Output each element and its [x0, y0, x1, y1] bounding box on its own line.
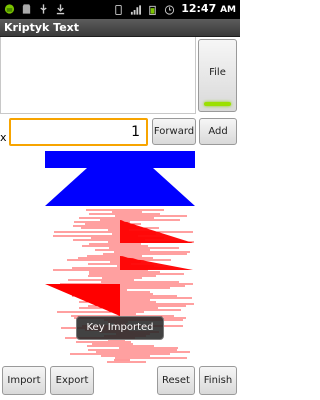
toast-message: Key Imported [76, 316, 164, 340]
number-input[interactable]: 1 [9, 118, 148, 146]
status-right-icons: 12:47 AM [113, 2, 236, 17]
app-title: Kriptyk Text [4, 21, 80, 34]
app-screen: 12:47 AM Kriptyk Text File x 1 Forward A… [0, 0, 240, 400]
download-icon [56, 4, 65, 15]
viz-red-wedge-upper [120, 220, 193, 243]
status-bar: 12:47 AM [0, 0, 240, 19]
x-label: x [0, 131, 7, 144]
import-button-label: Import [7, 375, 41, 386]
viz-red-wedge-lower [120, 256, 193, 270]
forward-button-label: Forward [153, 126, 195, 137]
reset-button-label: Reset [162, 375, 190, 386]
status-left-icons [4, 3, 66, 15]
export-button-label: Export [55, 375, 89, 386]
text-editor[interactable] [0, 37, 196, 114]
battery-icon [149, 5, 156, 15]
viz-red-triangle [45, 284, 120, 316]
add-button[interactable]: Add [199, 118, 237, 145]
finish-button-label: Finish [203, 375, 233, 386]
android-debug-icon [4, 4, 15, 14]
vibrate-icon [115, 4, 122, 15]
reset-button[interactable]: Reset [157, 366, 195, 395]
usb-icon [40, 4, 47, 14]
export-button[interactable]: Export [50, 366, 94, 395]
add-button-label: Add [208, 126, 228, 137]
status-time: 12:47 AM [181, 2, 236, 15]
forward-button[interactable]: Forward [152, 118, 196, 145]
import-button[interactable]: Import [2, 366, 46, 395]
file-indicator-light [204, 102, 231, 106]
finish-button[interactable]: Finish [199, 366, 237, 395]
file-button-label: File [209, 67, 226, 78]
sd-card-icon [22, 4, 31, 14]
signal-icon [131, 4, 142, 15]
alarm-icon [165, 4, 175, 15]
viz-blue-shape [45, 151, 195, 206]
file-button[interactable]: File [198, 39, 237, 112]
title-bar: Kriptyk Text [0, 19, 240, 37]
